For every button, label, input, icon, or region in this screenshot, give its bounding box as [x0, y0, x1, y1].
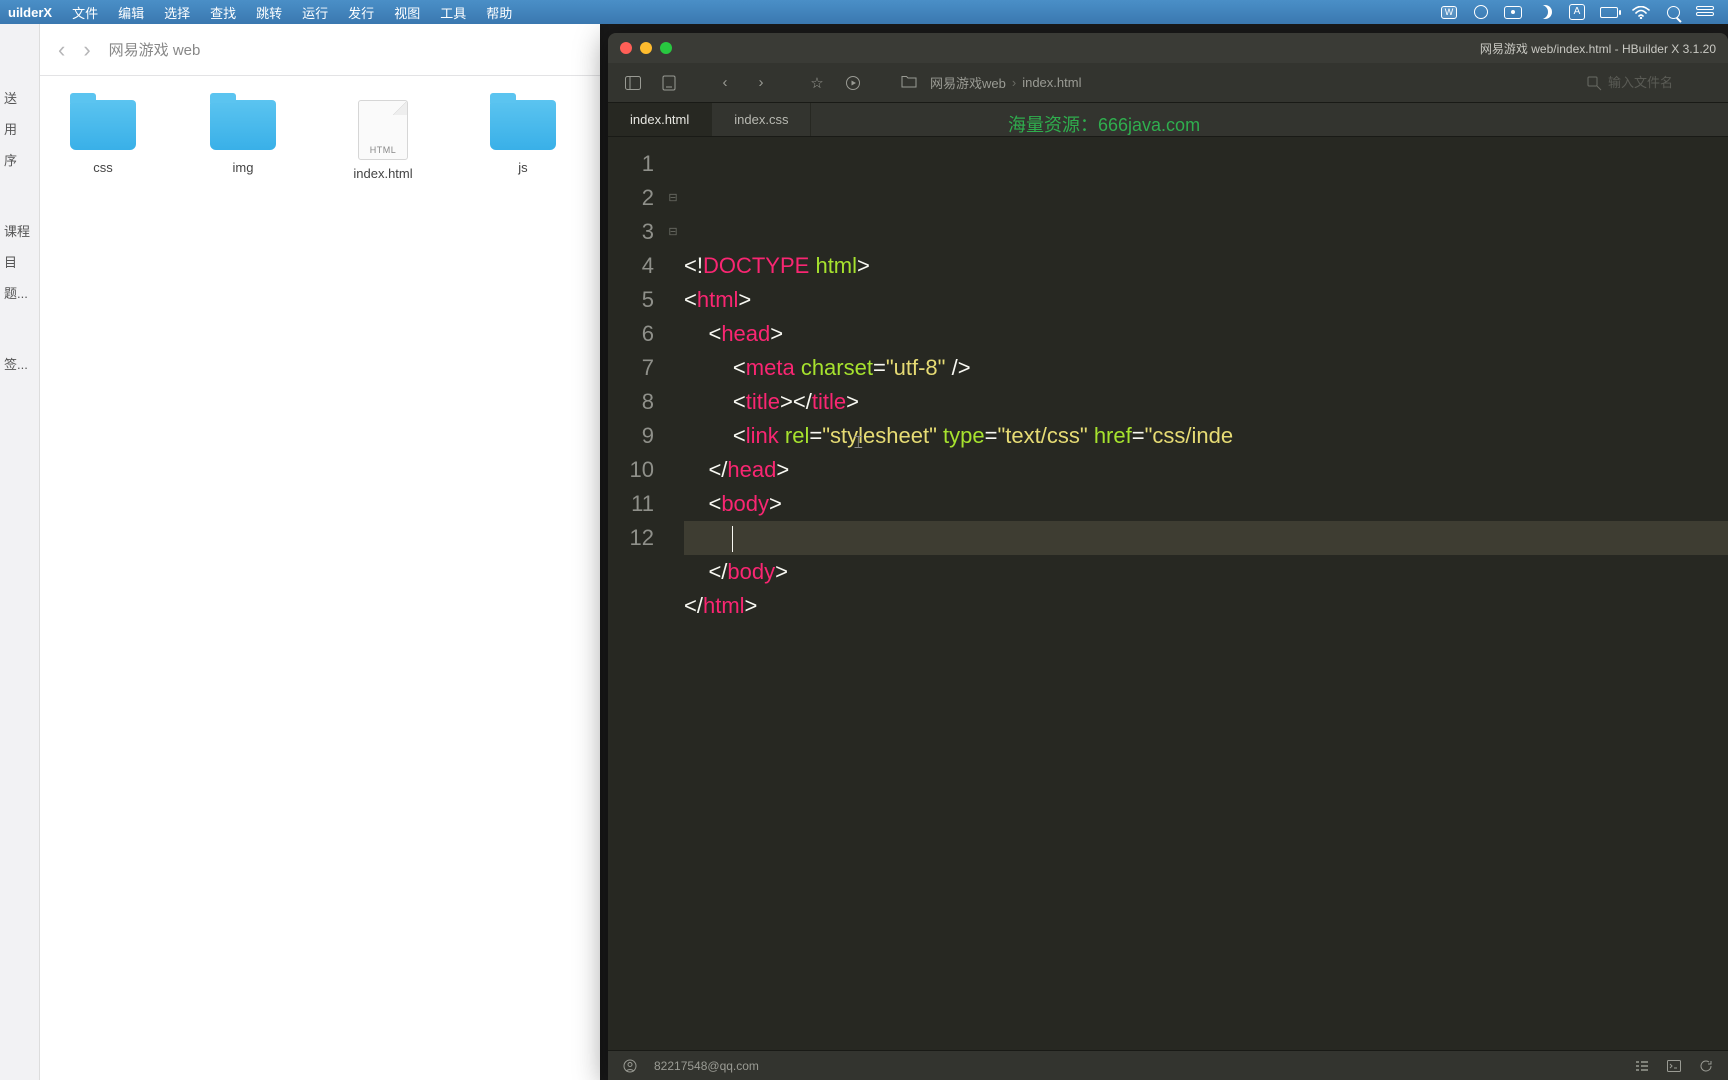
code-line-11[interactable]: </html>	[684, 589, 1728, 623]
finder-sidebar: 送用序课程目题... 签...	[0, 24, 40, 1080]
finder-back-button[interactable]: ‹	[58, 37, 65, 63]
terminal-icon[interactable]	[1666, 1058, 1682, 1074]
sync-icon[interactable]	[1698, 1058, 1714, 1074]
tray-wifi-icon[interactable]	[1632, 3, 1650, 21]
file-search	[1586, 75, 1718, 91]
finder-file-grid: css img HTML index.html js	[40, 76, 600, 205]
editor-toolbar: ‹ › ☆ 网易游戏web › index.html	[608, 63, 1728, 103]
code-line-7[interactable]: </head>	[684, 453, 1728, 487]
hbuilderx-window: 网易游戏 web/index.html - HBuilder X 3.1.20 …	[608, 33, 1728, 1080]
breadcrumb[interactable]: 网易游戏web › index.html	[930, 73, 1081, 92]
code-line-10[interactable]: </body>	[684, 555, 1728, 589]
sidebar-item[interactable]: 用	[0, 113, 39, 144]
file-item-img[interactable]: img	[198, 100, 288, 181]
file-icon: HTML	[358, 100, 408, 160]
tray-wps-icon[interactable]: W	[1440, 3, 1458, 21]
fold-column: ⊟⊟	[666, 137, 680, 1050]
menu-工具[interactable]: 工具	[430, 6, 476, 21]
code-line-2[interactable]: <html>	[684, 283, 1728, 317]
tray-battery-icon[interactable]	[1600, 3, 1618, 21]
code-line-5[interactable]: <title></title>	[684, 385, 1728, 419]
user-icon[interactable]	[622, 1058, 638, 1074]
minimize-button[interactable]	[640, 42, 652, 54]
run-icon[interactable]	[838, 69, 868, 97]
folder-icon	[210, 100, 276, 150]
file-item-index.html[interactable]: HTML index.html	[338, 100, 428, 181]
favorite-icon[interactable]: ☆	[802, 69, 832, 97]
file-name: js	[518, 160, 527, 175]
editor-titlebar[interactable]: 网易游戏 web/index.html - HBuilder X 3.1.20	[608, 33, 1728, 63]
toggle-sidebar-icon[interactable]	[618, 69, 648, 97]
close-button[interactable]	[620, 42, 632, 54]
file-item-css[interactable]: css	[58, 100, 148, 181]
menu-视图[interactable]: 视图	[384, 6, 430, 21]
code-editor[interactable]: 123456789101112 ⊟⊟ 𝙸 <!DOCTYPE html><htm…	[608, 137, 1728, 1050]
watermark-text: 海量资源：666java.com	[1008, 111, 1200, 137]
code-line-8[interactable]: <body>	[684, 487, 1728, 521]
tray-control-center-icon[interactable]	[1696, 3, 1714, 21]
code-content[interactable]: 𝙸 <!DOCTYPE html><html> <head> <meta cha…	[680, 137, 1728, 1050]
menu-选择[interactable]: 选择	[154, 6, 200, 21]
status-user[interactable]: 82217548@qq.com	[654, 1059, 759, 1073]
search-icon[interactable]	[1586, 75, 1602, 91]
nav-back-icon[interactable]: ‹	[710, 69, 740, 97]
zoom-button[interactable]	[660, 42, 672, 54]
menubar-tray: W A	[1440, 3, 1728, 21]
tab-index.html[interactable]: index.html	[608, 103, 712, 136]
tray-input-icon[interactable]: A	[1568, 3, 1586, 21]
crumb-file[interactable]: index.html	[1022, 75, 1081, 90]
file-name: css	[93, 160, 113, 175]
menu-编辑[interactable]: 编辑	[108, 6, 154, 21]
sidebar-item[interactable]: 题...	[0, 277, 39, 308]
menu-发行[interactable]: 发行	[338, 6, 384, 21]
code-line-1[interactable]: <!DOCTYPE html>	[684, 249, 1728, 283]
file-name: index.html	[353, 166, 412, 181]
search-input[interactable]	[1608, 75, 1718, 90]
tray-circle-icon[interactable]	[1472, 3, 1490, 21]
chevron-right-icon: ›	[1012, 75, 1016, 90]
folder-icon	[70, 100, 136, 150]
sidebar-item[interactable]: 目	[0, 246, 39, 277]
status-bar: 82217548@qq.com	[608, 1050, 1728, 1080]
sidebar-item[interactable]: 送	[0, 82, 39, 113]
finder-toolbar: ‹ › 网易游戏 web	[40, 24, 600, 76]
menu-帮助[interactable]: 帮助	[476, 6, 522, 21]
folder-crumb-icon[interactable]	[894, 69, 924, 97]
folder-icon	[490, 100, 556, 150]
window-title: 网易游戏 web/index.html - HBuilder X 3.1.20	[1480, 40, 1716, 57]
finder-window: 送用序课程目题... 签... ‹ › 网易游戏 web css img HTML in…	[0, 24, 600, 1080]
code-line-6[interactable]: <link rel="stylesheet" type="text/css" h…	[684, 419, 1728, 453]
macos-menubar: uilderX 文件编辑选择查找跳转运行发行视图工具帮助 W A	[0, 0, 1728, 24]
file-name: img	[233, 160, 254, 175]
nav-forward-icon[interactable]: ›	[746, 69, 776, 97]
code-line-12[interactable]	[684, 623, 1728, 657]
tab-index.css[interactable]: index.css	[712, 103, 811, 136]
outline-icon[interactable]	[1634, 1058, 1650, 1074]
menu-查找[interactable]: 查找	[200, 6, 246, 21]
sidebar-item[interactable]: 签...	[0, 348, 39, 379]
menu-文件[interactable]: 文件	[62, 6, 108, 21]
code-line-9[interactable]	[684, 521, 1728, 555]
traffic-lights	[620, 42, 672, 54]
code-line-3[interactable]: <head>	[684, 317, 1728, 351]
app-name[interactable]: uilderX	[0, 5, 62, 20]
code-line-4[interactable]: <meta charset="utf-8" />	[684, 351, 1728, 385]
file-item-js[interactable]: js	[478, 100, 568, 181]
menu-跳转[interactable]: 跳转	[246, 6, 292, 21]
crumb-project[interactable]: 网易游戏web	[930, 73, 1006, 92]
tray-screen-icon[interactable]	[1504, 3, 1522, 21]
new-file-icon[interactable]	[654, 69, 684, 97]
tray-moon-icon[interactable]	[1536, 3, 1554, 21]
sidebar-item[interactable]: 课程	[0, 215, 39, 246]
finder-title: 网易游戏 web	[109, 39, 201, 60]
tray-search-icon[interactable]	[1664, 3, 1682, 21]
finder-forward-button[interactable]: ›	[83, 37, 90, 63]
sidebar-item[interactable]: 序	[0, 144, 39, 175]
menu-运行[interactable]: 运行	[292, 6, 338, 21]
line-gutter: 123456789101112	[608, 137, 666, 1050]
text-cursor-icon: 𝙸	[852, 425, 865, 459]
